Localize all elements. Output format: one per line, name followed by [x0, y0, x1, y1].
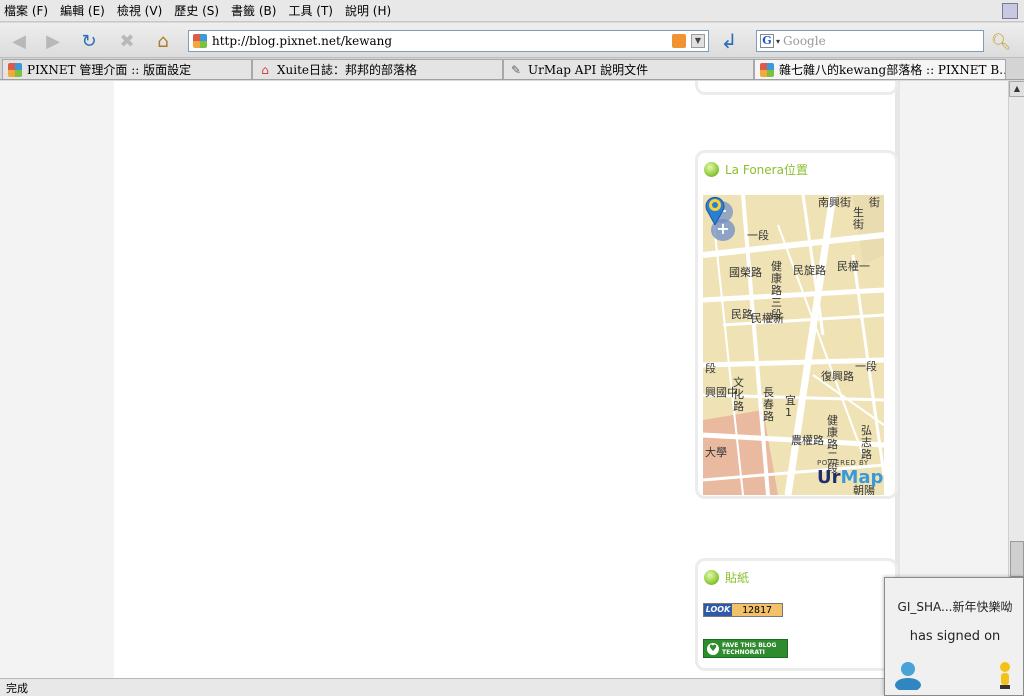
url-text: http://blog.pixnet.net/kewang — [212, 34, 393, 48]
menu-file[interactable]: 檔案 (F) — [4, 2, 48, 19]
home-button[interactable]: ⌂ — [150, 28, 176, 54]
map-label: 段 — [705, 362, 716, 375]
map-label: 一段 — [747, 229, 769, 242]
go-button[interactable]: ↲ — [716, 28, 742, 54]
menu-view[interactable]: 檢視 (V) — [117, 2, 162, 19]
link-icon: ✎ — [510, 62, 522, 77]
menu-bar: 檔案 (F) 編輯 (E) 檢視 (V) 歷史 (S) 書籤 (B) 工具 (T… — [0, 0, 1024, 22]
map-label: 民權新 — [751, 312, 784, 325]
search-engine-dropdown-icon[interactable]: ▾ — [776, 37, 780, 46]
map-label: 民權一 — [837, 260, 870, 273]
widget-title-text: 貼紙 — [725, 571, 750, 585]
rss-feed-icon[interactable] — [672, 34, 686, 48]
tab-pixnet-admin[interactable]: PIXNET 管理介面 :: 版面設定 — [2, 59, 252, 79]
map-label: 國榮路 — [729, 266, 762, 279]
tab-kewang-blog[interactable]: 雜七雜八的kewang部落格 :: PIXNET B… — [754, 59, 1006, 79]
tab-xuite[interactable]: ⌂ Xuite日誌：邦邦的部落格 — [252, 59, 503, 79]
throbber-icon — [1002, 3, 1018, 19]
sidebar-widget-previous — [695, 81, 898, 95]
urmap-logo: UrMap — [817, 467, 883, 488]
map-label: 街 — [869, 196, 880, 209]
url-bar[interactable]: http://blog.pixnet.net/kewang ▼ — [188, 30, 709, 52]
technorati-line2: TECHNORATI — [722, 648, 765, 656]
map-marker-icon[interactable] — [703, 195, 727, 225]
map-label: 生街 — [853, 206, 864, 231]
messenger-running-man-icon — [1000, 662, 1010, 689]
map-label: 民旋路 — [793, 264, 826, 277]
tab-urmap-api[interactable]: ✎ UrMap API 說明文件 — [503, 59, 754, 79]
menu-history[interactable]: 歷史 (S) — [174, 2, 219, 19]
map-label: 農權路 — [791, 434, 824, 447]
go-arrow-icon: ↲ — [720, 29, 738, 53]
urmap-logo-accent: Map — [840, 467, 884, 488]
menu-tools[interactable]: 工具 (T) — [288, 2, 333, 19]
map-label: 南興街 — [818, 196, 851, 209]
google-engine-icon[interactable]: G — [760, 34, 774, 48]
widget-title: 貼紙 — [704, 569, 749, 586]
back-button[interactable]: ◀ — [6, 28, 32, 54]
scroll-up-button[interactable]: ▲ — [1009, 81, 1024, 97]
technorati-badge[interactable]: ♥ FAVE THIS BLOG TECHNORATI — [703, 639, 788, 658]
forward-button[interactable]: ▶ — [40, 28, 66, 54]
heart-icon: ♥ — [707, 642, 719, 655]
map-label: 大學 — [705, 446, 727, 459]
urmap-map[interactable]: 南興街 生街 街 一段 國榮路 健康路三段 民旋路 民權一 民路 民權新 文化路… — [703, 195, 884, 495]
buddy-icon — [895, 662, 921, 690]
map-label: 一段 — [855, 360, 877, 373]
pixnet-favicon-icon — [8, 62, 22, 77]
map-label: 民路 — [731, 308, 753, 321]
technorati-text: FAVE THIS BLOG TECHNORATI — [722, 642, 776, 656]
map-streets — [703, 195, 884, 495]
reload-icon: ↻ — [81, 30, 97, 52]
urmap-logo-main: Ur — [817, 467, 841, 488]
notification-contact-name: GI_SHA...新年快樂呦 — [897, 600, 1013, 614]
tab-label: Xuite日誌：邦邦的部落格 — [277, 63, 418, 77]
home-icon: ⌂ — [157, 30, 169, 52]
look-count: 12817 — [741, 604, 773, 616]
page-content: La Fonera位置 南興街 生街 街 一段 國榮路 健康路三段 民旋路 民權… — [0, 81, 1008, 678]
green-bullet-icon — [704, 570, 719, 585]
menu-bookmarks[interactable]: 書籤 (B) — [231, 2, 276, 19]
tab-label: 雜七雜八的kewang部落格 :: PIXNET B… — [779, 63, 1005, 77]
url-history-dropdown[interactable]: ▼ — [691, 34, 705, 48]
technorati-line1: FAVE THIS BLOG — [722, 641, 777, 649]
look-counter-badge[interactable]: LOOK 12817 — [703, 603, 783, 617]
widget-title-text: La Fonera位置 — [725, 163, 808, 177]
forward-arrow-icon: ▶ — [46, 30, 60, 52]
search-bar[interactable]: G ▾ Google — [756, 30, 984, 52]
reload-button[interactable]: ↻ — [76, 28, 102, 54]
sidebar-widget-map: La Fonera位置 南興街 生街 街 一段 國榮路 健康路三段 民旋路 民權… — [695, 150, 898, 499]
widget-title: La Fonera位置 — [704, 161, 808, 178]
look-logo: LOOK — [704, 604, 732, 616]
tab-label: UrMap API 說明文件 — [528, 63, 649, 77]
back-arrow-icon: ◀ — [12, 30, 26, 52]
sidebar-widget-sticker: 貼紙 LOOK 12817 ♥ FAVE THIS BLOG TECHNORATI — [695, 558, 898, 671]
map-label: 弘志路 — [861, 424, 872, 461]
map-label: 長春路 — [763, 386, 774, 423]
notification-message: has signed on — [909, 629, 1001, 644]
site-favicon-icon — [193, 34, 207, 48]
home-icon: ⌂ — [261, 62, 269, 77]
navigation-toolbar: ◀ ▶ ↻ ✖ ⌂ http://blog.pixnet.net/kewang … — [0, 23, 1024, 58]
tab-label: PIXNET 管理介面 :: 版面設定 — [27, 63, 192, 77]
search-placeholder: Google — [783, 34, 826, 48]
menu-edit[interactable]: 編輯 (E) — [60, 2, 105, 19]
search-button[interactable]: 🔍︎ — [990, 30, 1012, 52]
map-label: 復興路 — [821, 370, 854, 383]
stop-button[interactable]: ✖ — [114, 28, 140, 54]
signon-notification[interactable]: GI_SHA...新年快樂呦 has signed on — [884, 577, 1024, 696]
map-powered-by: POWERED BY — [817, 459, 869, 467]
magnifier-icon: 🔍︎ — [990, 31, 1012, 51]
menu-help[interactable]: 說明 (H) — [345, 2, 391, 19]
map-label: 興國中 — [705, 386, 738, 399]
green-bullet-icon — [704, 162, 719, 177]
map-label: 宜1 — [785, 394, 796, 419]
tab-bar: PIXNET 管理介面 :: 版面設定 ⌂ Xuite日誌：邦邦的部落格 ✎ U… — [0, 58, 1024, 80]
status-text: 完成 — [6, 681, 28, 695]
pixnet-favicon-icon — [760, 62, 774, 77]
scroll-thumb[interactable] — [1010, 541, 1024, 577]
stop-icon: ✖ — [119, 30, 135, 52]
status-bar: 完成 — [0, 678, 1024, 696]
